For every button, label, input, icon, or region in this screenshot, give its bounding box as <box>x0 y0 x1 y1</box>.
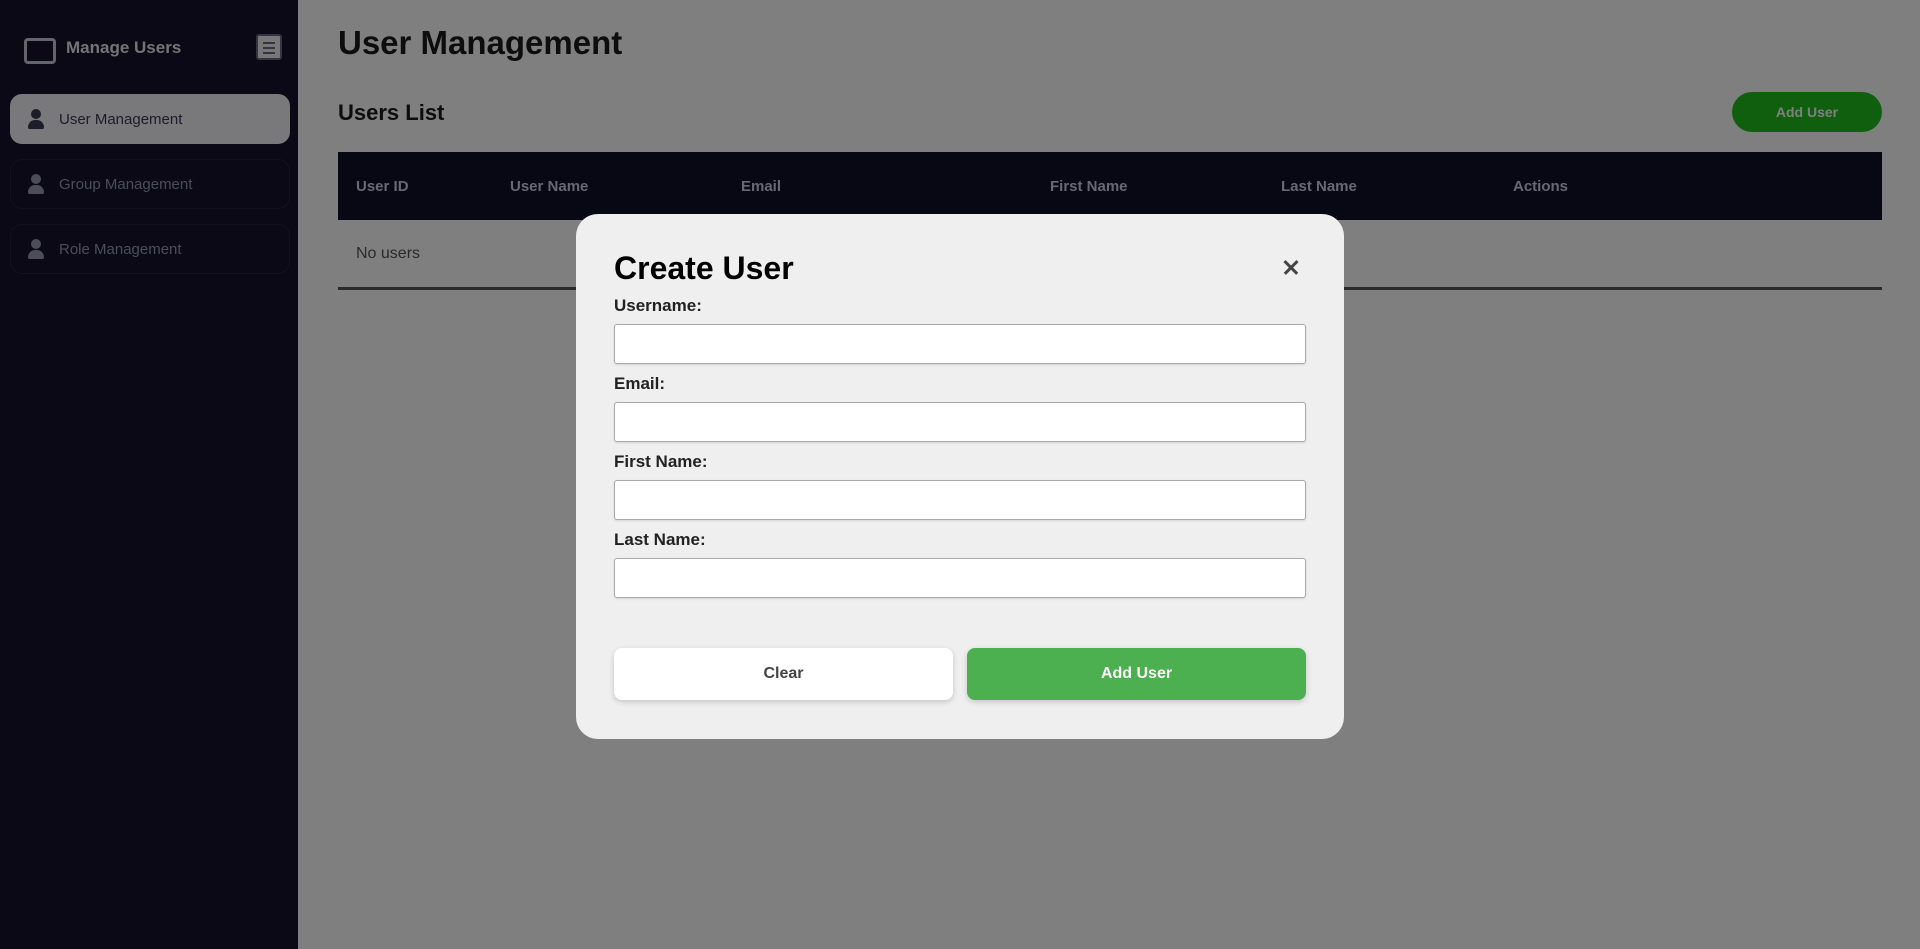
submit-add-user-button[interactable]: Add User <box>967 648 1306 700</box>
email-field-group: Email: <box>614 374 1306 442</box>
username-input[interactable] <box>614 324 1306 364</box>
create-user-dialog: Create User Username: Email: First Name:… <box>576 214 1344 739</box>
first-name-field-group: First Name: <box>614 452 1306 520</box>
dialog-title: Create User <box>614 250 794 286</box>
last-name-field-group: Last Name: <box>614 530 1306 598</box>
first-name-input[interactable] <box>614 480 1306 520</box>
email-label: Email: <box>614 374 666 393</box>
close-icon[interactable] <box>1276 252 1306 282</box>
dialog-actions: Clear Add User <box>614 648 1306 700</box>
username-field-group: Username: <box>614 296 1306 364</box>
email-input[interactable] <box>614 402 1306 442</box>
last-name-label: Last Name: <box>614 530 706 549</box>
username-label: Username: <box>614 296 702 315</box>
last-name-input[interactable] <box>614 558 1306 598</box>
clear-button[interactable]: Clear <box>614 648 953 700</box>
first-name-label: First Name: <box>614 452 708 471</box>
